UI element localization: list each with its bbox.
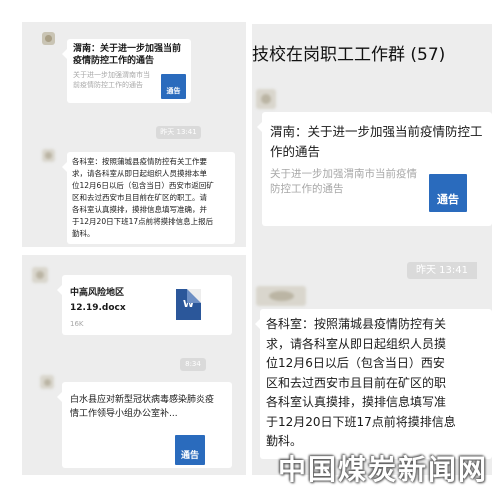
text-message-bubble[interactable]: 各科室：按照蒲城县疫情防控有关工作要 求，请各科室从即日起组织人员摸排本单 位1… xyxy=(62,152,235,244)
sender-avatar[interactable] xyxy=(42,149,55,162)
file-card[interactable]: 中高风险地区 12.19.docx 16K W xyxy=(57,275,232,335)
time-divider: 昨天 13:41 xyxy=(407,262,477,279)
share-card-description: 关于进一步加强渭南市当前疫情防控工作的通告 xyxy=(73,71,150,89)
text-message: 各科室：按照蒲城县疫情防控有关工作要 求，请各科室从即日起组织人员摸排本单 位1… xyxy=(72,157,214,238)
chat-panel-left-bottom[interactable]: 中高风险地区 12.19.docx 16K W 8:34 白水县应对新型冠状病毒… xyxy=(22,255,246,475)
notice-icon: 通告 xyxy=(175,435,205,465)
chat-panel-left-top[interactable]: 渭南：关于进一步加强当前疫情防控工作的通告 关于进一步加强渭南市当前疫情防控工作… xyxy=(22,22,246,247)
site-watermark: 中国煤炭新闻网 xyxy=(278,453,489,486)
share-card[interactable]: 渭南：关于进一步加强当前疫情防控工作的通告 关于进一步加强渭南市当前疫情防控工作… xyxy=(257,112,492,226)
share-card-title: 白水县应对新型冠状病毒感染肺炎疫情工作领导小组办公室补... xyxy=(70,395,215,419)
sender-avatar[interactable] xyxy=(256,89,276,109)
sender-avatar[interactable] xyxy=(40,375,54,389)
share-card[interactable]: 渭南：关于进一步加强当前疫情防控工作的通告 关于进一步加强渭南市当前疫情防控工作… xyxy=(62,39,191,103)
text-message: 各科室：按照蒲城县疫情防控有关 求，请各科室从即日起组织人员摸 位12月6日以后… xyxy=(266,317,456,448)
share-card-description: 关于进一步加强渭南市当前疫情防控工作的通告 xyxy=(270,168,417,195)
group-chat-title: 技校在岗职工工作群 (57) xyxy=(252,45,446,65)
notice-icon: 通告 xyxy=(429,174,467,212)
word-document-icon: W xyxy=(176,289,201,320)
file-name: 中高风险地区 12.19.docx xyxy=(70,288,126,313)
sender-avatar[interactable] xyxy=(42,32,55,45)
chat-panel-right[interactable]: 技校在岗职工工作群 (57) 渭南：关于进一步加强当前疫情防控工作的通告 关于进… xyxy=(252,24,492,475)
share-card-title: 渭南：关于进一步加强当前疫情防控工作的通告 xyxy=(73,44,182,66)
file-size: 16K xyxy=(70,320,84,328)
time-divider: 昨天 13:41 xyxy=(156,126,201,139)
sender-avatar[interactable] xyxy=(32,267,48,283)
notice-icon: 通告 xyxy=(161,74,186,99)
sender-avatar[interactable] xyxy=(256,286,306,306)
text-message-bubble[interactable]: 各科室：按照蒲城县疫情防控有关 求，请各科室从即日起组织人员摸 位12月6日以后… xyxy=(255,309,492,459)
share-card[interactable]: 白水县应对新型冠状病毒感染肺炎疫情工作领导小组办公室补... 通告 xyxy=(57,382,232,468)
share-card-title: 渭南：关于进一步加强当前疫情防控工作的通告 xyxy=(270,124,483,159)
time-divider: 8:34 xyxy=(180,358,206,371)
